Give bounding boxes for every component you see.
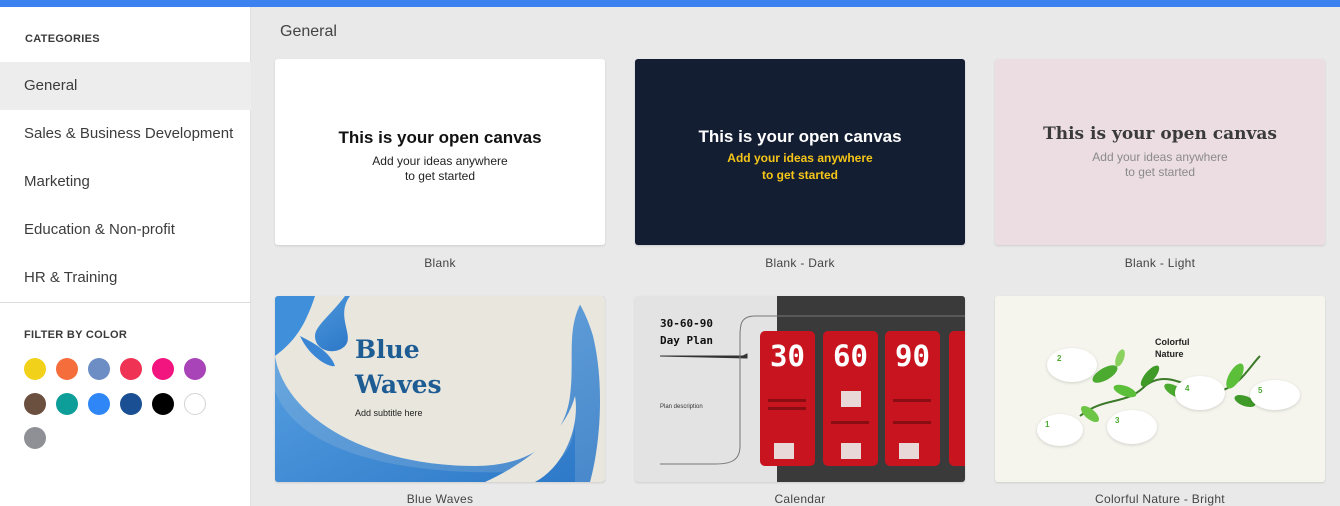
categories-heading: CATEGORIES — [25, 33, 100, 45]
calendar-bar — [893, 421, 931, 424]
calendar-number: 90 — [895, 339, 930, 373]
category-sales-business-development[interactable]: Sales & Business Development — [0, 110, 251, 158]
color-swatch-navy[interactable] — [120, 393, 142, 415]
section-title: General — [280, 23, 337, 40]
calendar-number: 30 — [770, 339, 805, 373]
nature-step-bubble: 4 — [1175, 376, 1225, 410]
category-hr-training[interactable]: HR & Training — [0, 254, 251, 302]
nature-step-bubble: 5 — [1250, 380, 1300, 410]
color-swatch-purple[interactable] — [184, 358, 206, 380]
template-card-blank-dark[interactable]: This is your open canvas Add your ideas … — [635, 59, 965, 245]
color-swatch-pink[interactable] — [152, 358, 174, 380]
color-swatch-slate-blue[interactable] — [88, 358, 110, 380]
nature-step-number: 5 — [1258, 386, 1263, 395]
calendar-column-30: 30 — [760, 331, 815, 466]
calendar-photo — [899, 443, 919, 459]
calendar-photo — [841, 443, 861, 459]
calendar-description: Plan description — [660, 404, 703, 410]
template-heading: This is your open canvas — [1043, 124, 1277, 144]
blue-waves-subtitle: Add subtitle here — [355, 408, 423, 418]
nature-step-bubble: 1 — [1037, 414, 1083, 446]
template-card-blue-waves[interactable]: Blue Waves Add subtitle here — [275, 296, 605, 482]
nature-step-number: 4 — [1185, 384, 1190, 393]
nature-step-number: 1 — [1045, 420, 1050, 429]
calendar-column-90: 90 — [885, 331, 940, 466]
calendar-photo — [841, 391, 861, 407]
color-swatch-blue[interactable] — [88, 393, 110, 415]
nature-step-number: 3 — [1115, 416, 1120, 425]
template-line-2: to get started — [404, 169, 476, 183]
template-caption-blank-light: Blank - Light — [1124, 256, 1196, 270]
calendar-bar — [831, 421, 869, 424]
template-line-2: to get started — [761, 168, 838, 182]
template-card-colorful-nature-bright[interactable]: Colorful Nature 2 4 5 1 3 — [995, 296, 1325, 482]
blue-waves-title-line-2: Waves — [355, 370, 442, 399]
color-swatch-white[interactable] — [184, 393, 206, 415]
sidebar: CATEGORIES General Sales & Business Deve… — [0, 7, 251, 506]
template-line-1: Add your ideas anywhere — [1092, 150, 1228, 164]
template-caption-blank: Blank — [424, 256, 456, 270]
category-marketing[interactable]: Marketing — [0, 158, 251, 206]
sidebar-divider — [0, 302, 251, 303]
nature-step-bubble: 3 — [1107, 410, 1157, 444]
color-swatch-yellow[interactable] — [24, 358, 46, 380]
calendar-column-60: 60 — [823, 331, 878, 466]
calendar-bar — [768, 399, 806, 402]
calendar-bar — [893, 399, 931, 402]
category-general[interactable]: General — [0, 62, 251, 110]
template-heading: This is your open canvas — [698, 127, 902, 146]
template-caption-blank-dark: Blank - Dark — [765, 256, 835, 270]
template-line-2: to get started — [1124, 165, 1196, 179]
top-accent-bar — [0, 0, 1340, 7]
calendar-bar — [768, 407, 806, 410]
template-line-1: Add your ideas anywhere — [727, 151, 873, 165]
nature-step-bubble: 2 — [1047, 348, 1097, 382]
nature-step-number: 2 — [1057, 354, 1062, 363]
color-swatch-black[interactable] — [152, 393, 174, 415]
color-swatch-brown[interactable] — [24, 393, 46, 415]
color-swatch-teal[interactable] — [56, 393, 78, 415]
blue-waves-title-line-1: Blue — [355, 335, 420, 364]
template-card-blank-light[interactable]: This is your open canvas Add your ideas … — [995, 59, 1325, 245]
template-caption-blue-waves: Blue Waves — [406, 492, 474, 506]
color-swatch-orange[interactable] — [56, 358, 78, 380]
color-swatch-gray[interactable] — [24, 427, 46, 449]
template-card-blank[interactable]: This is your open canvas Add your ideas … — [275, 59, 605, 245]
template-card-calendar[interactable]: 30-60-90 Day Plan Plan description 30 60… — [635, 296, 965, 482]
template-caption-colorful-nature-bright: Colorful Nature - Bright — [1095, 492, 1225, 506]
calendar-column-partial — [949, 331, 965, 466]
template-line-1: Add your ideas anywhere — [372, 154, 508, 168]
blue-waves-title: Blue Waves — [355, 332, 442, 402]
calendar-photo — [774, 443, 794, 459]
category-education-non-profit[interactable]: Education & Non-profit — [0, 206, 251, 254]
calendar-number: 60 — [833, 339, 868, 373]
color-swatch-red[interactable] — [120, 358, 142, 380]
template-caption-calendar: Calendar — [774, 492, 826, 506]
filter-by-color-heading: FILTER BY COLOR — [24, 329, 128, 341]
template-heading: This is your open canvas — [338, 128, 542, 147]
